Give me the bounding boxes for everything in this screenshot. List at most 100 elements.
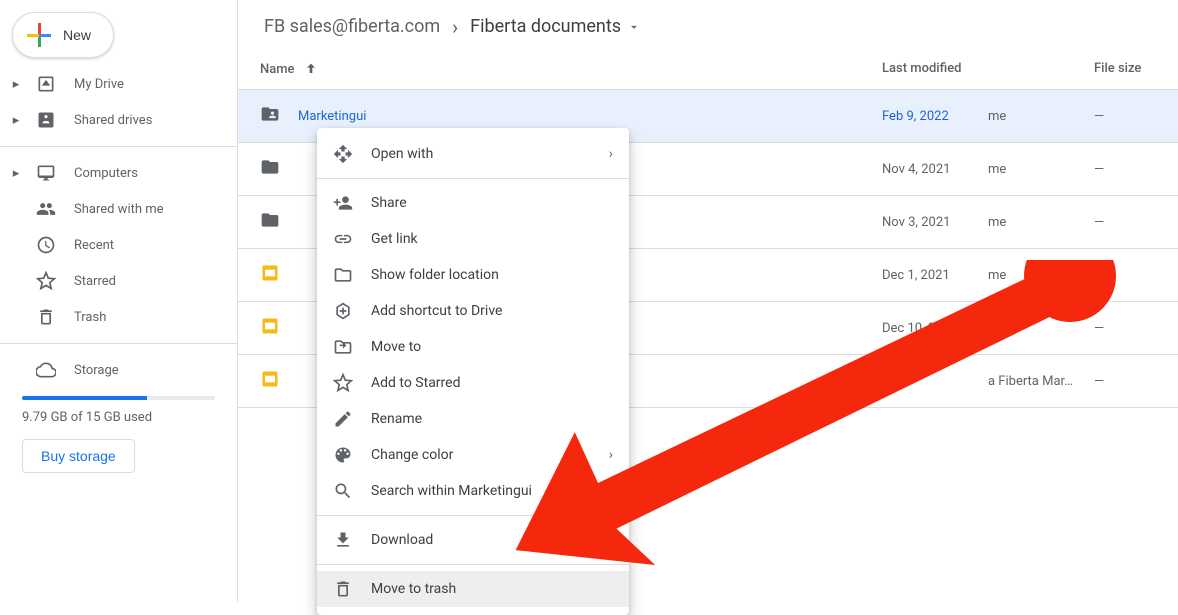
move-to-icon bbox=[333, 337, 353, 357]
divider bbox=[317, 178, 629, 179]
add-shortcut-icon bbox=[333, 301, 353, 321]
modified-date: Nov 3, 2021 bbox=[882, 215, 988, 230]
menu-show-folder-location[interactable]: Show folder location bbox=[317, 257, 629, 293]
link-icon bbox=[333, 229, 353, 249]
expand-chevron-icon[interactable]: ▸ bbox=[10, 166, 22, 181]
menu-open-with[interactable]: Open with › bbox=[317, 136, 629, 172]
menu-rename[interactable]: Rename bbox=[317, 401, 629, 437]
modified-by: me bbox=[988, 268, 1094, 283]
menu-add-to-starred[interactable]: Add to Starred bbox=[317, 365, 629, 401]
column-header-size[interactable]: File size bbox=[1094, 61, 1156, 77]
divider bbox=[0, 343, 237, 344]
breadcrumb-parent[interactable]: FB sales@fiberta.com bbox=[260, 14, 444, 39]
sidebar-item-storage[interactable]: Storage bbox=[0, 352, 225, 388]
slides-icon bbox=[260, 316, 298, 340]
menu-share[interactable]: Share bbox=[317, 185, 629, 221]
new-button[interactable]: New bbox=[12, 12, 114, 58]
menu-move-to[interactable]: Move to bbox=[317, 329, 629, 365]
plus-icon bbox=[27, 23, 51, 47]
modified-by: me bbox=[988, 162, 1094, 177]
menu-get-link[interactable]: Get link bbox=[317, 221, 629, 257]
sidebar-item-recent[interactable]: Recent bbox=[0, 227, 225, 263]
dropdown-chevron-icon bbox=[627, 20, 641, 34]
new-button-label: New bbox=[63, 27, 91, 43]
menu-download[interactable]: Download bbox=[317, 522, 629, 558]
folder-icon bbox=[333, 265, 353, 285]
modified-by: me bbox=[988, 109, 1094, 124]
sidebar-label: Shared drives bbox=[74, 113, 152, 128]
sidebar-item-trash[interactable]: Trash bbox=[0, 299, 225, 335]
chevron-right-icon: › bbox=[452, 15, 458, 39]
divider bbox=[317, 564, 629, 565]
sidebar-item-shared-drives[interactable]: ▸ Shared drives bbox=[0, 102, 225, 138]
sort-arrow-up-icon bbox=[303, 61, 319, 77]
shared-with-me-icon bbox=[36, 199, 56, 219]
star-icon bbox=[333, 373, 353, 393]
expand-chevron-icon[interactable]: ▸ bbox=[10, 77, 22, 92]
divider bbox=[317, 515, 629, 516]
modified-by: me bbox=[988, 321, 1094, 336]
sidebar-label: Shared with me bbox=[74, 202, 164, 217]
storage-icon bbox=[36, 360, 56, 380]
divider bbox=[0, 146, 237, 147]
menu-add-shortcut[interactable]: Add shortcut to Drive bbox=[317, 293, 629, 329]
trash-icon bbox=[333, 579, 353, 599]
modified-date: Nov 4, 2021 bbox=[882, 162, 988, 177]
storage-bar bbox=[22, 396, 215, 400]
folder-shared-icon bbox=[260, 104, 298, 128]
recent-icon bbox=[36, 235, 56, 255]
rename-icon bbox=[333, 409, 353, 429]
breadcrumb-current[interactable]: Fiberta documents bbox=[466, 14, 645, 39]
file-size: — bbox=[1094, 215, 1104, 230]
storage-usage-text: 9.79 GB of 15 GB used bbox=[22, 410, 215, 425]
menu-search-within[interactable]: Search within Marketingui bbox=[317, 473, 629, 509]
sidebar-item-shared-with-me[interactable]: Shared with me bbox=[0, 191, 225, 227]
chevron-right-icon: › bbox=[609, 146, 613, 162]
my-drive-icon bbox=[36, 74, 56, 94]
storage-fill bbox=[22, 396, 147, 400]
column-header-modified[interactable]: Last modified bbox=[882, 61, 1094, 77]
file-size: — bbox=[1094, 268, 1104, 283]
sidebar-label: Starred bbox=[74, 274, 116, 289]
modified-date: Feb 9, 2022 bbox=[882, 109, 988, 124]
sidebar-label: Computers bbox=[74, 166, 138, 181]
buy-storage-button[interactable]: Buy storage bbox=[22, 439, 135, 473]
share-icon bbox=[333, 193, 353, 213]
breadcrumb: FB sales@fiberta.com › Fiberta documents bbox=[238, 0, 1178, 49]
table-header: Name Last modified File size bbox=[238, 49, 1178, 90]
sidebar-label: Recent bbox=[74, 238, 114, 253]
sidebar-item-starred[interactable]: Starred bbox=[0, 263, 225, 299]
sidebar-label: My Drive bbox=[74, 77, 124, 92]
search-icon bbox=[333, 481, 353, 501]
download-icon bbox=[333, 530, 353, 550]
menu-change-color[interactable]: Change color › bbox=[317, 437, 629, 473]
shared-drives-icon bbox=[36, 110, 56, 130]
modified-date: Dec 10, 2021 bbox=[882, 321, 988, 336]
file-name: Marketingui bbox=[298, 109, 882, 124]
slides-icon bbox=[260, 369, 298, 393]
file-size: — bbox=[1094, 109, 1104, 124]
folder-icon bbox=[260, 157, 298, 181]
file-size: — bbox=[1094, 321, 1104, 336]
modified-by: a Fiberta Mar… bbox=[988, 374, 1094, 389]
sidebar-label: Trash bbox=[74, 310, 106, 325]
computers-icon bbox=[36, 163, 56, 183]
chevron-right-icon: › bbox=[609, 447, 613, 463]
column-header-name[interactable]: Name bbox=[260, 61, 882, 77]
sidebar-item-computers[interactable]: ▸ Computers bbox=[0, 155, 225, 191]
slides-icon bbox=[260, 263, 298, 287]
palette-icon bbox=[333, 445, 353, 465]
sidebar-label: Storage bbox=[74, 363, 119, 378]
expand-chevron-icon[interactable]: ▸ bbox=[10, 113, 22, 128]
modified-by: me bbox=[988, 215, 1094, 230]
sidebar: New ▸ My Drive ▸ Shared drives ▸ Compute… bbox=[0, 0, 238, 602]
open-with-icon bbox=[333, 144, 353, 164]
context-menu: Open with › Share Get link Show folder l… bbox=[317, 128, 629, 615]
trash-icon bbox=[36, 307, 56, 327]
file-size: — bbox=[1094, 162, 1104, 177]
file-size: — bbox=[1094, 374, 1104, 389]
modified-date: Dec 1, 2021 bbox=[882, 268, 988, 283]
starred-icon bbox=[36, 271, 56, 291]
folder-icon bbox=[260, 210, 298, 234]
sidebar-item-my-drive[interactable]: ▸ My Drive bbox=[0, 66, 225, 102]
